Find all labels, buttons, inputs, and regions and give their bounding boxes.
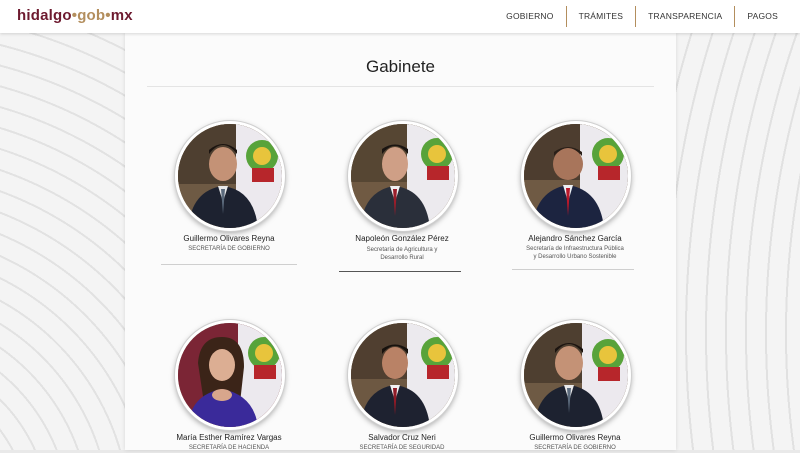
member-role: SECRETARÍA DE GOBIERNO (188, 246, 270, 252)
member-name: Guillermo Olivares Reyna (529, 433, 621, 442)
site-logo[interactable]: hidalgo•gob•mx (17, 7, 133, 24)
card-underline (512, 269, 634, 270)
title-divider (147, 86, 654, 87)
member-name: Alejandro Sánchez García (528, 234, 622, 243)
nav-tramites[interactable]: TRÁMITES (567, 6, 637, 27)
top-navigation-bar: hidalgo•gob•mx GOBIERNO TRÁMITES TRANSPA… (0, 0, 800, 33)
member-name: Salvador Cruz Neri (368, 433, 436, 442)
logo-part-gob: gob (77, 7, 106, 24)
main-nav: GOBIERNO TRÁMITES TRANSPARENCIA PAGOS (494, 6, 790, 27)
member-role: SECRETARÍA DE HACIENDA (188, 445, 270, 451)
portrait-photo (348, 320, 458, 430)
nav-pagos[interactable]: PAGOS (735, 6, 790, 27)
member-role-line2: y Desarrollo Urbano Sostenible (533, 254, 617, 260)
page-title: Gabinete (366, 57, 435, 76)
card-underline (161, 264, 297, 265)
member-name: Guillermo Olivares Reyna (183, 234, 275, 243)
member-name: María Esther Ramírez Vargas (176, 433, 282, 442)
member-role: SECRETARÍA DE SEGURIDAD (359, 445, 445, 451)
member-role: SECRETARÍA DE GOBIERNO (534, 445, 616, 451)
portrait-photo (175, 320, 285, 430)
member-name: Napoleón González Pérez (355, 234, 449, 243)
portrait-photo (521, 121, 631, 231)
page-background-right (676, 33, 800, 450)
portrait-photo (175, 121, 285, 231)
nav-gobierno[interactable]: GOBIERNO (494, 6, 567, 27)
portrait-photo (521, 320, 631, 430)
logo-part-mx: mx (110, 7, 133, 24)
portrait-photo (348, 121, 458, 231)
member-role-line2: Desarrollo Rural (380, 255, 424, 261)
card-underline (339, 271, 461, 272)
logo-part-hidalgo: hidalgo (17, 7, 72, 24)
content-panel: Gabinete Guillermo Olivares Reyna SECRET… (125, 33, 676, 451)
nav-transparencia[interactable]: TRANSPARENCIA (636, 6, 736, 27)
